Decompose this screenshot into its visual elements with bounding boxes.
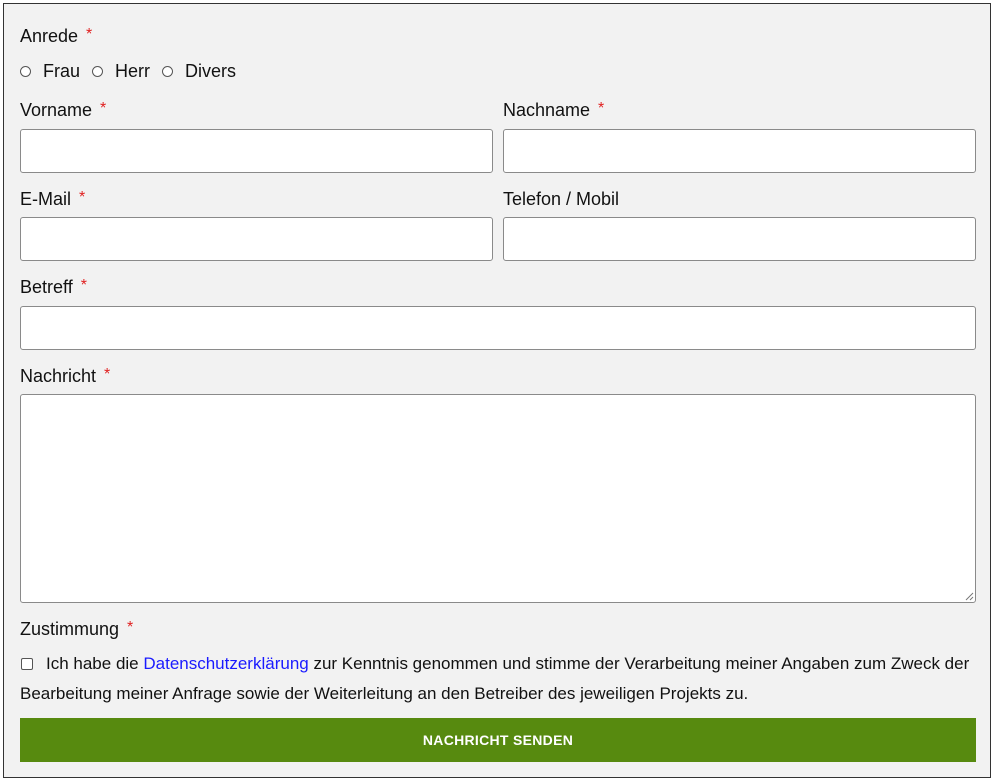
contact-form: Anrede * Frau Herr Divers Vorname * Nachna… — [3, 3, 991, 778]
message-label-text: Nachricht — [20, 366, 97, 386]
radio-divers[interactable] — [162, 65, 174, 77]
consent-text: Ich habe die Datenschutzerklärung zur Ke… — [20, 649, 982, 709]
message-textarea[interactable] — [20, 394, 976, 603]
last-name-label-text: Nachname — [503, 100, 591, 120]
submit-button[interactable]: NACHRICHT SENDEN — [20, 718, 976, 762]
email-input[interactable] — [20, 217, 493, 261]
email-label-text: E-Mail — [20, 189, 72, 209]
privacy-policy-link[interactable]: Datenschutzerklärung — [143, 654, 308, 673]
radio-frau-label[interactable]: Frau — [43, 61, 80, 82]
salutation-label: Anrede * — [20, 26, 92, 48]
radio-herr[interactable] — [92, 65, 104, 77]
phone-label-text: Telefon / Mobil — [503, 189, 620, 209]
subject-label: Betreff * — [20, 277, 87, 299]
first-name-label: Vorname * — [20, 100, 106, 122]
salutation-label-text: Anrede — [20, 26, 79, 46]
consent-text-before: Ich habe die — [46, 654, 144, 673]
required-mark: * — [100, 100, 107, 117]
required-mark: * — [80, 277, 87, 294]
radio-herr-label[interactable]: Herr — [115, 61, 150, 82]
radio-divers-label[interactable]: Divers — [185, 61, 236, 82]
required-mark: * — [86, 26, 93, 43]
required-mark: * — [598, 100, 605, 117]
first-name-label-text: Vorname — [20, 100, 93, 120]
phone-label: Telefon / Mobil — [503, 189, 619, 209]
required-mark: * — [79, 189, 86, 206]
required-mark: * — [104, 366, 111, 383]
resize-handle-icon[interactable] — [964, 591, 974, 601]
subject-input[interactable] — [20, 306, 976, 350]
consent-label-text: Zustimmung — [20, 619, 120, 639]
last-name-label: Nachname * — [503, 100, 604, 122]
consent-label: Zustimmung * — [20, 619, 133, 641]
subject-label-text: Betreff — [20, 277, 73, 297]
required-mark: * — [127, 619, 134, 636]
salutation-options: Frau Herr Divers — [20, 60, 248, 82]
message-label: Nachricht * — [20, 366, 110, 388]
first-name-input[interactable] — [20, 129, 493, 173]
last-name-input[interactable] — [503, 129, 976, 173]
email-label: E-Mail * — [20, 189, 85, 211]
phone-input[interactable] — [503, 217, 976, 261]
radio-frau[interactable] — [20, 65, 31, 77]
